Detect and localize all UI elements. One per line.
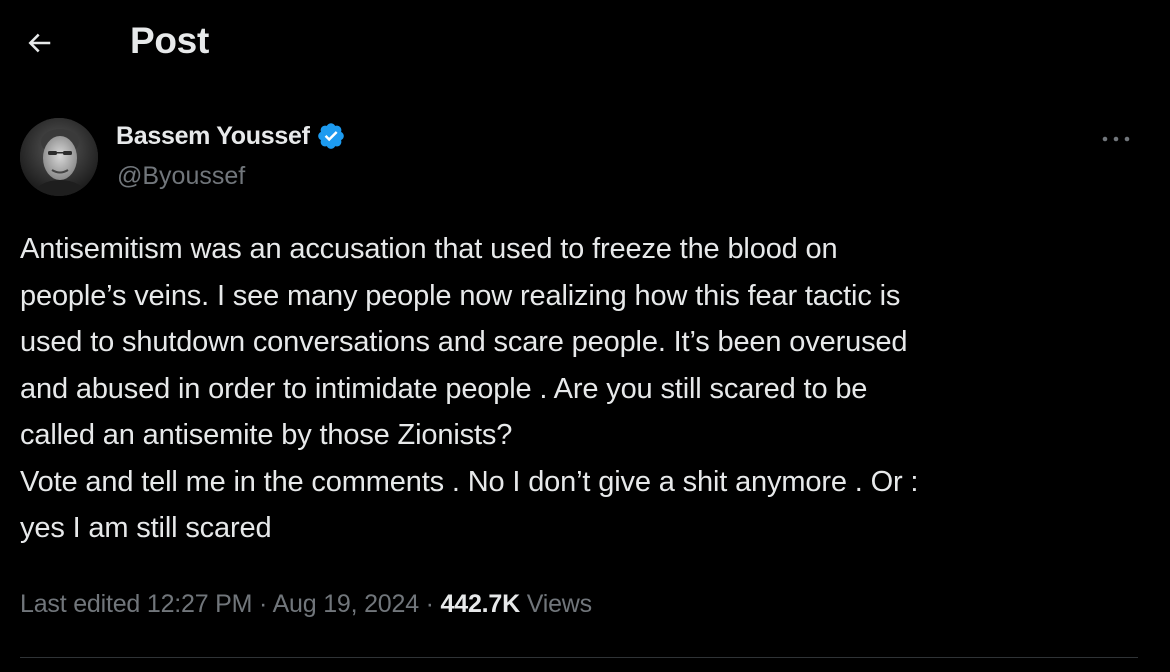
top-bar: Post (0, 0, 1170, 86)
separator: · (259, 590, 268, 618)
post-date[interactable]: Aug 19, 2024 (273, 590, 420, 618)
post-line: yes I am still scared (20, 512, 272, 544)
divider (20, 657, 1138, 658)
back-button[interactable] (18, 22, 60, 64)
post-line: used to shutdown conversations and scare… (20, 326, 908, 358)
post-line: people’s veins. I see many people now re… (20, 279, 901, 312)
profile-photo (20, 118, 98, 196)
author-name[interactable]: Bassem Youssef (116, 121, 346, 151)
edited-label[interactable]: Last edited (20, 590, 140, 618)
post-line: and abused in order to intimidate people… (20, 372, 868, 405)
more-dots-icon (1102, 136, 1130, 142)
page-title: Post (130, 20, 209, 61)
post-metadata: Last edited 12:27 PM · Aug 19, 2024 · 44… (20, 590, 592, 619)
author-handle[interactable]: @Byoussef (117, 162, 245, 191)
post-line: Vote and tell me in the comments . No I … (20, 465, 919, 498)
views-count: 442.7K (440, 590, 521, 618)
post-time[interactable]: 12:27 PM (147, 590, 253, 618)
post-line: Antisemitism was an accusation that used… (20, 233, 838, 265)
author-name-text: Bassem Youssef (116, 121, 310, 150)
more-options-button[interactable] (1092, 124, 1140, 154)
verified-badge-icon[interactable] (316, 121, 346, 151)
separator: · (425, 590, 434, 618)
avatar[interactable] (20, 118, 98, 196)
post-text: Antisemitism was an accusation that used… (20, 226, 1120, 552)
views-label: Views (526, 590, 592, 618)
post-line: called an antisemite by those Zionists? (20, 419, 513, 451)
arrow-left-icon (28, 33, 51, 53)
